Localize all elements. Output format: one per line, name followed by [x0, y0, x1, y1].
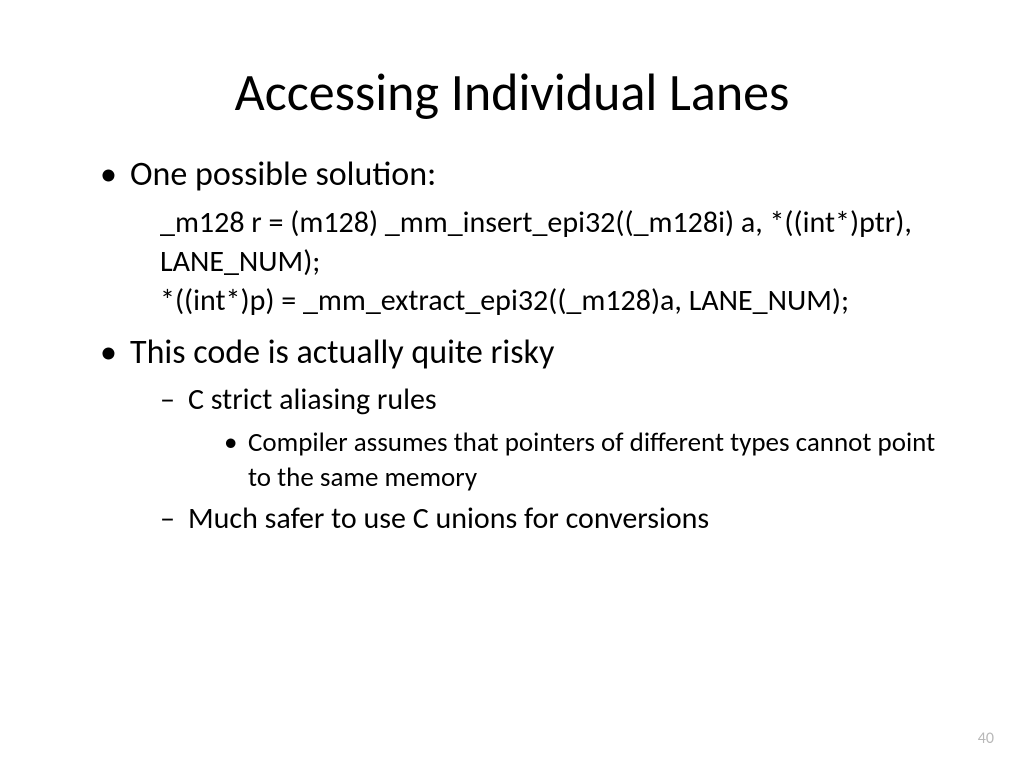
bullet-item: This code is actually quite risky C stri…: [100, 332, 964, 539]
bullet-item: Compiler assumes that pointers of differ…: [224, 425, 964, 495]
bullet-list-level-1: One possible solution: _m128 r = (m128) …: [100, 154, 964, 538]
bullet-text: This code is actually quite risky: [130, 332, 554, 373]
bullet-text: Much safer to use C unions for conversio…: [188, 500, 709, 537]
bullet-item: C strict aliasing rules Compiler assumes…: [160, 380, 964, 495]
bullet-item: One possible solution: _m128 r = (m128) …: [100, 154, 964, 320]
code-block: _m128 r = (m128) _mm_insert_epi32((_m128…: [130, 203, 964, 320]
slide-content: One possible solution: _m128 r = (m128) …: [60, 154, 964, 538]
bullet-text: One possible solution:: [130, 154, 436, 195]
page-number: 40: [978, 729, 994, 748]
slide: Accessing Individual Lanes One possible …: [0, 0, 1024, 768]
bullet-list-level-3: Compiler assumes that pointers of differ…: [188, 425, 964, 495]
bullet-list-level-2: C strict aliasing rules Compiler assumes…: [130, 380, 964, 538]
bullet-item: Much safer to use C unions for conversio…: [160, 499, 964, 538]
bullet-text: Compiler assumes that pointers of differ…: [248, 426, 935, 494]
bullet-text: C strict aliasing rules: [188, 381, 437, 418]
code-line: _m128 r = (m128) _mm_insert_epi32((_m128…: [160, 203, 964, 281]
code-line: *((int*)p) = _mm_extract_epi32((_m128)a,…: [160, 281, 964, 320]
slide-title: Accessing Individual Lanes: [60, 60, 964, 124]
